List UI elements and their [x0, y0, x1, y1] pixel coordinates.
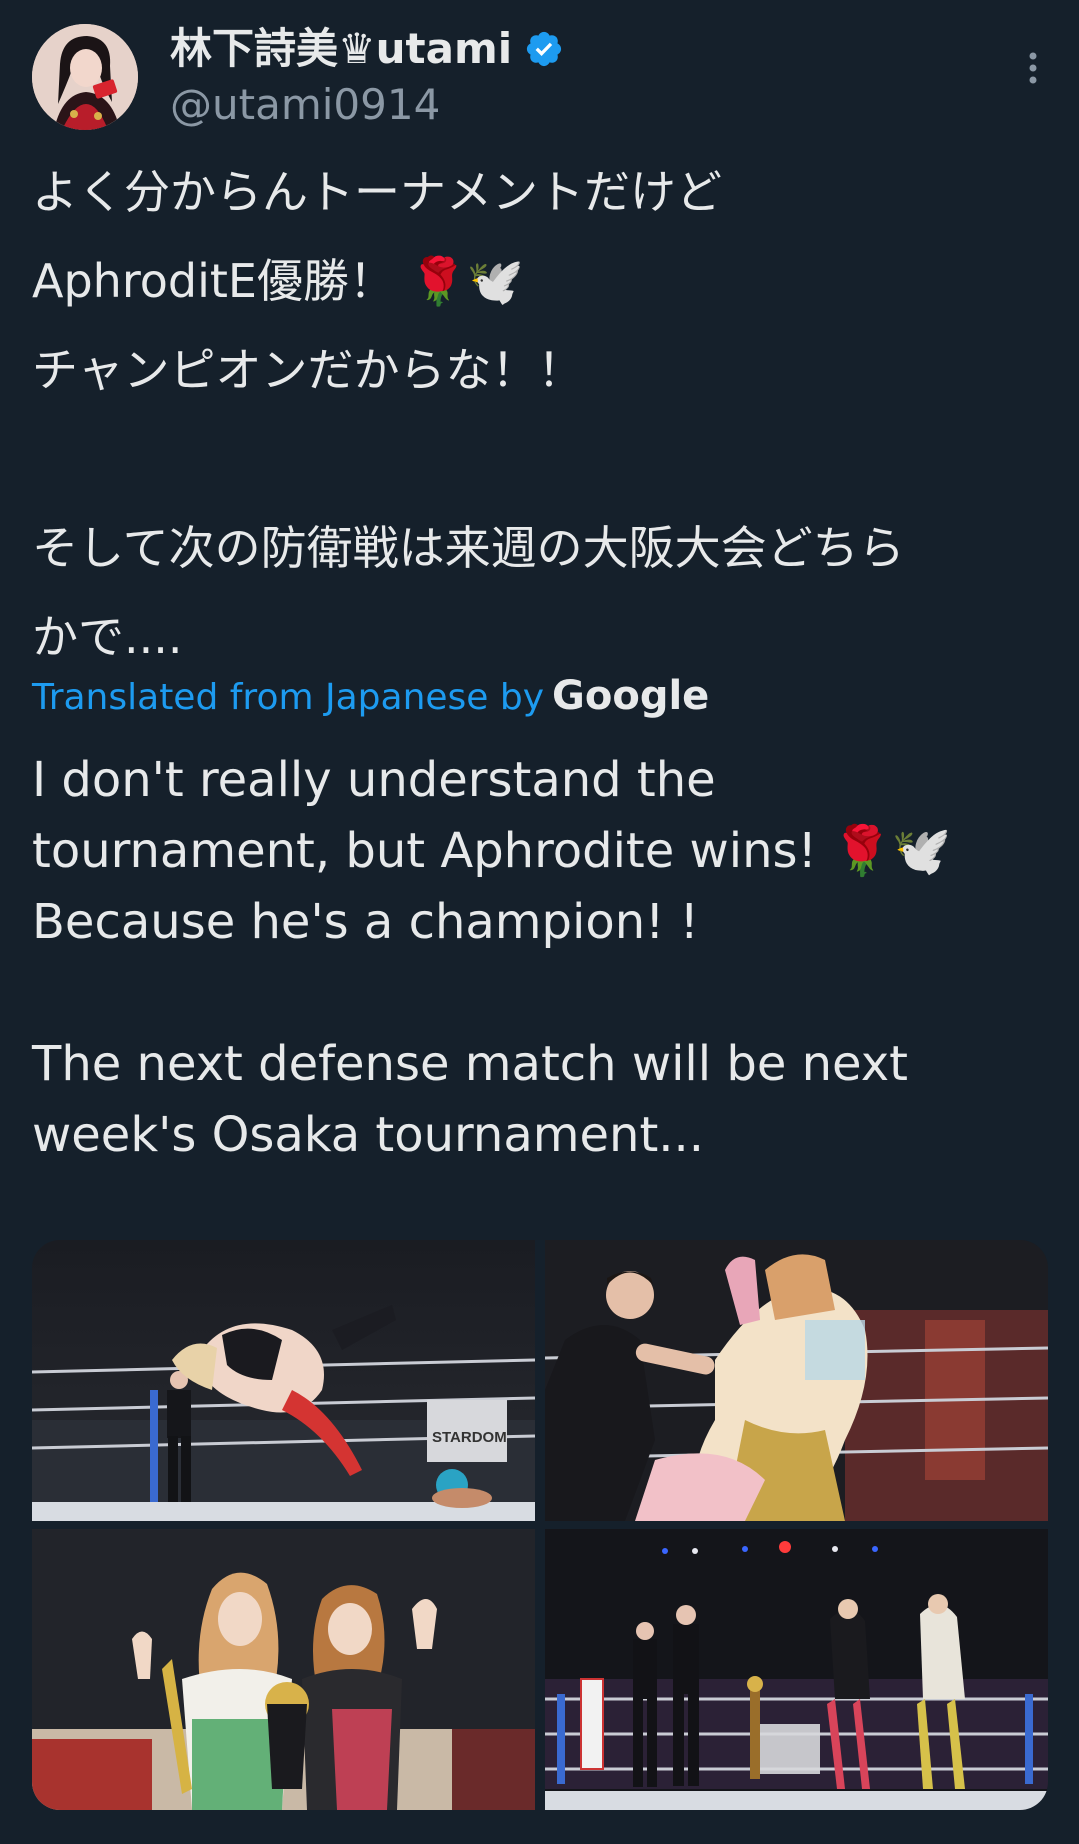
tweet-line: よく分からんトーナメントだけど	[32, 165, 722, 219]
banner-text: STARDOM	[432, 1429, 507, 1446]
media-photo[interactable]: STARDOM	[32, 1240, 535, 1521]
translated-line	[32, 958, 1047, 1029]
tweet-line: そして次の防衛戦は来週の大阪大会どちら	[32, 521, 905, 575]
handle[interactable]: @utami0914	[170, 80, 440, 130]
tweet-header: 林下詩美♛utami @utami0914	[32, 22, 1047, 132]
translation-label: Translated from Japanese by	[32, 677, 545, 718]
display-name[interactable]: 林下詩美♛utami	[170, 24, 564, 74]
media-photo[interactable]	[545, 1240, 1048, 1521]
tweet-text-original: よく分からんトーナメントだけど AphroditE優勝！ 🌹🕊️ チャンピオンだ…	[32, 148, 1047, 682]
verified-badge-icon	[524, 29, 564, 69]
translated-line: Because he's a champion! !	[32, 894, 699, 950]
display-name-text: 林下詩美♛utami	[170, 24, 513, 73]
media-photo[interactable]	[545, 1529, 1048, 1810]
tweet-text-translated: I don't really understand the tournament…	[32, 745, 1047, 1171]
translated-line: tournament, but Aphrodite wins! 🌹🕊️	[32, 823, 952, 879]
media-photo[interactable]	[32, 1529, 535, 1810]
translated-line: The next defense match will be next	[32, 1036, 908, 1092]
more-options-icon[interactable]	[1019, 48, 1047, 88]
translation-attribution[interactable]: Translated from Japanese by Google	[32, 664, 709, 730]
google-logo: Google	[552, 673, 710, 719]
tweet-line: チャンピオンだからな！！	[32, 343, 584, 397]
translated-line: I don't really understand the	[32, 752, 716, 808]
tweet-line: AphroditE優勝！ 🌹🕊️	[32, 254, 525, 308]
tweet-line	[32, 415, 1047, 504]
media-grid: STARDOM	[32, 1240, 1048, 1810]
translated-line: week's Osaka tournament...	[32, 1107, 705, 1163]
avatar[interactable]	[32, 24, 138, 130]
